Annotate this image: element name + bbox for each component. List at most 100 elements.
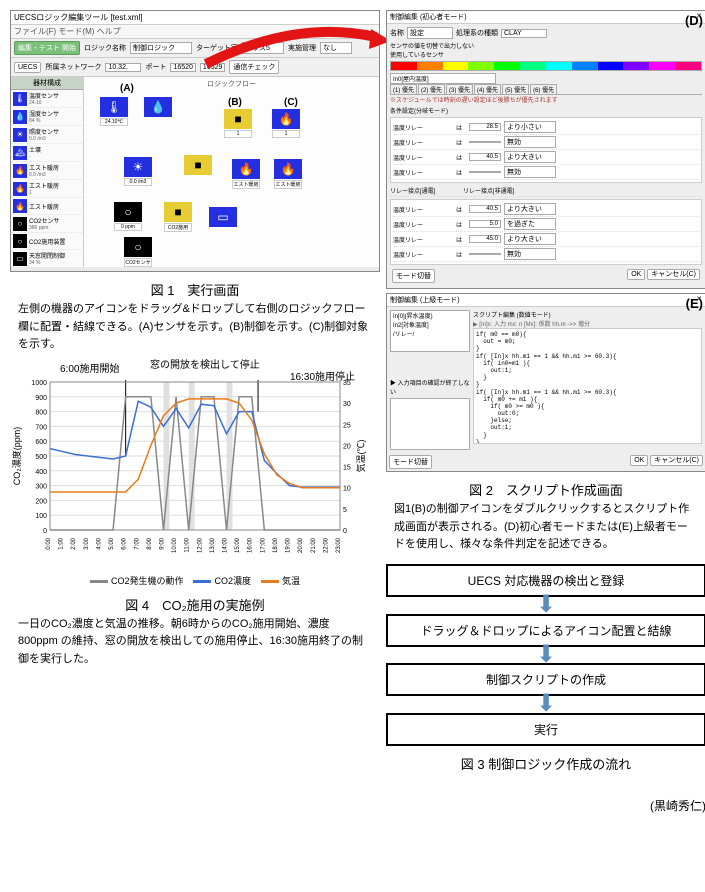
node-icon: ☀ [124,157,152,177]
value-input[interactable] [469,253,501,255]
cond-select[interactable]: 無効 [504,166,556,178]
humidity-sensor-node[interactable]: 💧 [144,97,172,117]
value-input[interactable] [469,171,501,173]
legend-op: CO2発生機の動作 [111,576,184,586]
cond-hint: ※スケジュールでは時刻の遅い設定ほど後勝ちが優先されます [390,95,702,104]
svg-text:900: 900 [35,395,47,402]
fig1-caption-body: 左側の機器のアイコンをドラッグ&ドロップして右側のロジックフロー欄に配置・結線で… [10,301,380,354]
sidebar-item[interactable]: 🔥エスト暖房 [11,198,83,215]
device-icon: 🔥 [13,182,27,196]
value-input[interactable]: 45.0 [469,235,501,243]
svg-text:19:00: 19:00 [286,537,292,553]
logic-name-input[interactable]: 制御ロジック [130,42,192,54]
sidebar-item[interactable]: ○CO2センサ386 ppm [11,215,83,233]
value-input[interactable]: 40.5 [469,153,501,161]
red-arrow-icon [201,29,391,69]
value-input[interactable] [469,141,501,143]
cond-select[interactable]: より大きい [504,233,556,245]
script-editor[interactable]: if( m0 == m0){ out = m0; } if( [In]x hh.… [473,328,702,444]
logic-canvas[interactable]: ロジックフロー (A) (B) (C) 🌡24.10℃💧■1🔥1☀0.0 /m3… [84,77,379,267]
heater-target-2[interactable]: 🔥エスト暖房 [232,159,260,189]
light-sensor-node[interactable]: ☀0.0 /m3 [124,157,152,186]
note1: センサの値を切替で出力しない [390,41,702,50]
port-a[interactable]: 16520 [170,63,195,72]
down-arrow-icon: ⬇ [386,696,705,713]
tab[interactable]: (1) 優先 [390,84,417,94]
script-help: ▶ [In]x: 入力 mx: n [Mx]: 係数 hh.m ->> 増分 [473,319,702,328]
cond-select[interactable]: を過ぎた [504,218,556,230]
sidebar-item[interactable]: 🔥エスト暖房1 [11,180,83,198]
sidebar-item[interactable]: 🏔土壌- [11,144,83,162]
value-input[interactable]: 5.0 [469,220,501,228]
window-target[interactable]: ▭ [209,207,237,227]
sidebar-item[interactable]: ☀照度センサ0.0 /m3 [11,126,83,144]
svg-text:23:00: 23:00 [336,537,342,553]
cond-select[interactable]: 無効 [504,136,556,148]
badge-e: (E) [686,296,703,311]
rows-on: 温度リレーは28.5より小さい温度リレーは無効温度リレーは40.5より大きい温度… [390,117,702,183]
group-select[interactable]: CLAY [501,29,547,38]
svg-text:4:00: 4:00 [96,537,102,549]
svg-text:0:00: 0:00 [46,537,52,549]
control-node-b[interactable]: ■1 [224,109,252,138]
heater-target-3[interactable]: 🔥エスト暖房 [274,159,302,189]
down-arrow-icon: ⬇ [386,647,705,664]
output-list[interactable] [390,398,470,450]
badge-d: (D) [685,13,703,28]
cancel-button-e[interactable]: キャンセル(C) [650,455,703,466]
tab[interactable]: (5) 優先 [502,84,529,94]
inputs-list[interactable]: In[0](昇水温度) In2[対象温度] /リレー/ [390,310,470,352]
mode-switch-button[interactable]: モード切替 [392,269,435,283]
fig2-caption-body: 図1(B)の制御アイコンをダブルクリックするとスクリプト作成画面が表示される。(… [386,501,705,554]
tab[interactable]: (2) 優先 [418,84,445,94]
svg-text:20: 20 [343,443,351,450]
tab[interactable]: (3) 優先 [446,84,473,94]
tab[interactable]: (6) 優先 [530,84,557,94]
fig3-caption: 図 3 制御ロジック作成の流れ [386,754,705,773]
co2-out-node[interactable]: ○CO2センサ [124,237,152,267]
chart-svg: 0100200300400500600700800900100005101520… [10,362,370,572]
co2-sensor-node[interactable]: ○0 ppm [114,202,142,231]
sidebar: 器材構成 🌡温度センサ24.10💧湿度センサ84 %☀照度センサ0.0 /m3🏔… [11,77,84,267]
svg-text:5:00: 5:00 [109,537,115,549]
temp-sensor-node[interactable]: 🌡24.10℃ [100,97,128,126]
fig2d-window: 制御編集 (初心者モード) ✕ (D) 名称 設定 処理系の種類 CLAY セン… [386,10,705,289]
sidebar-item[interactable]: ▭天窓開閉制御34 % [11,250,83,267]
heater-target-c[interactable]: 🔥1 [272,109,300,138]
anno-end: 16:30施用停止 [290,368,355,383]
sensor-line[interactable]: In0[屋内温度] [390,73,496,84]
fig4-chart: 6:00施用開始 窓の開放を検出して停止 16:30施用停止 010020030… [10,362,380,587]
svg-text:22:00: 22:00 [323,537,329,553]
sidebar-item[interactable]: 💧湿度センサ84 % [11,108,83,126]
node-icon: ■ [224,109,252,129]
run-button[interactable]: 編集・テスト 開始 [14,41,80,55]
value-input[interactable]: 28.5 [469,123,501,131]
cond-select[interactable]: より大きい [504,203,556,215]
control-node-co2[interactable]: ■CO2施用 [164,202,192,232]
section-on-label: 条件設定(分岐モード) [390,106,702,115]
label-c: (C) [284,97,298,108]
svg-text:3:00: 3:00 [84,537,90,549]
svg-text:13:00: 13:00 [210,537,216,553]
device-icon: 🔥 [13,164,27,178]
tab[interactable]: (4) 優先 [474,84,501,94]
svg-text:2:00: 2:00 [71,537,77,549]
name-label: 名称 [390,28,404,38]
name-input[interactable]: 設定 [407,27,453,39]
mode-switch-button-e[interactable]: モード切替 [389,455,432,469]
cond-select[interactable]: より大きい [504,151,556,163]
sidebar-item[interactable]: 🔥エスト暖房0.0 /m3 [11,162,83,180]
svg-text:8:00: 8:00 [147,537,153,549]
ok-button-e[interactable]: OK [630,455,648,466]
cond-select[interactable]: より小さい [504,121,556,133]
ok-button[interactable]: OK [627,269,645,280]
tab-bar[interactable]: (1) 優先(2) 優先(3) 優先(4) 優先(5) 優先(6) 優先 [390,84,702,95]
cancel-button[interactable]: キャンセル(C) [647,269,700,280]
sidebar-item[interactable]: ○CO2施用装置 [11,233,83,250]
value-input[interactable]: 40.5 [469,205,501,213]
fig2-caption-title: 図 2 スクリプト作成画面 [386,480,705,499]
ip-field[interactable]: 10.32. [105,63,141,72]
cond-select[interactable]: 無効 [504,248,556,260]
sidebar-item[interactable]: 🌡温度センサ24.10 [11,90,83,108]
control-node-2[interactable]: ■ [184,155,212,175]
